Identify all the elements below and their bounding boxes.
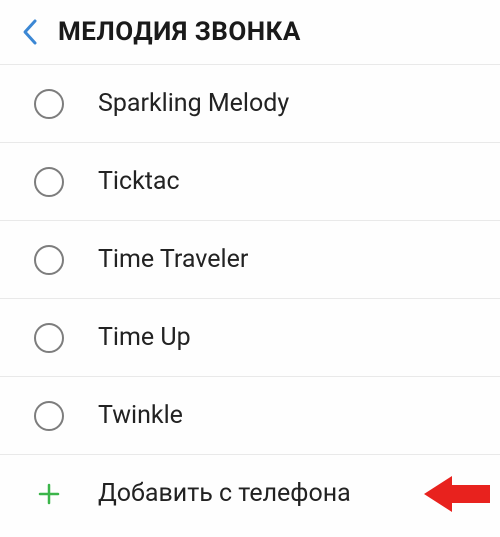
ringtone-label: Time Up	[98, 323, 191, 352]
back-icon[interactable]	[14, 16, 46, 48]
ringtone-row[interactable]: Ticktac	[0, 142, 500, 220]
ringtone-row[interactable]: Time Traveler	[0, 220, 500, 298]
ringtone-label: Ticktac	[98, 167, 180, 196]
ringtone-row[interactable]: Sparkling Melody	[0, 64, 500, 142]
radio-unchecked-icon[interactable]	[34, 245, 64, 275]
ringtone-row[interactable]: Time Up	[0, 298, 500, 376]
header-bar: МЕЛОДИЯ ЗВОНКА	[0, 0, 500, 64]
annotation-arrow-icon	[422, 473, 492, 515]
add-from-phone-label: Добавить с телефона	[98, 479, 351, 508]
page-title: МЕЛОДИЯ ЗВОНКА	[58, 17, 301, 47]
ringtone-label: Sparkling Melody	[98, 89, 289, 118]
ringtone-row[interactable]: Twinkle	[0, 376, 500, 454]
ringtone-list: Sparkling Melody Ticktac Time Traveler T…	[0, 64, 500, 532]
radio-unchecked-icon[interactable]	[34, 401, 64, 431]
add-from-phone-row[interactable]: Добавить с телефона	[0, 454, 500, 532]
ringtone-label: Twinkle	[98, 401, 183, 430]
radio-unchecked-icon[interactable]	[34, 323, 64, 353]
ringtone-label: Time Traveler	[98, 245, 248, 274]
radio-unchecked-icon[interactable]	[34, 167, 64, 197]
plus-icon[interactable]	[34, 479, 64, 509]
radio-unchecked-icon[interactable]	[34, 89, 64, 119]
